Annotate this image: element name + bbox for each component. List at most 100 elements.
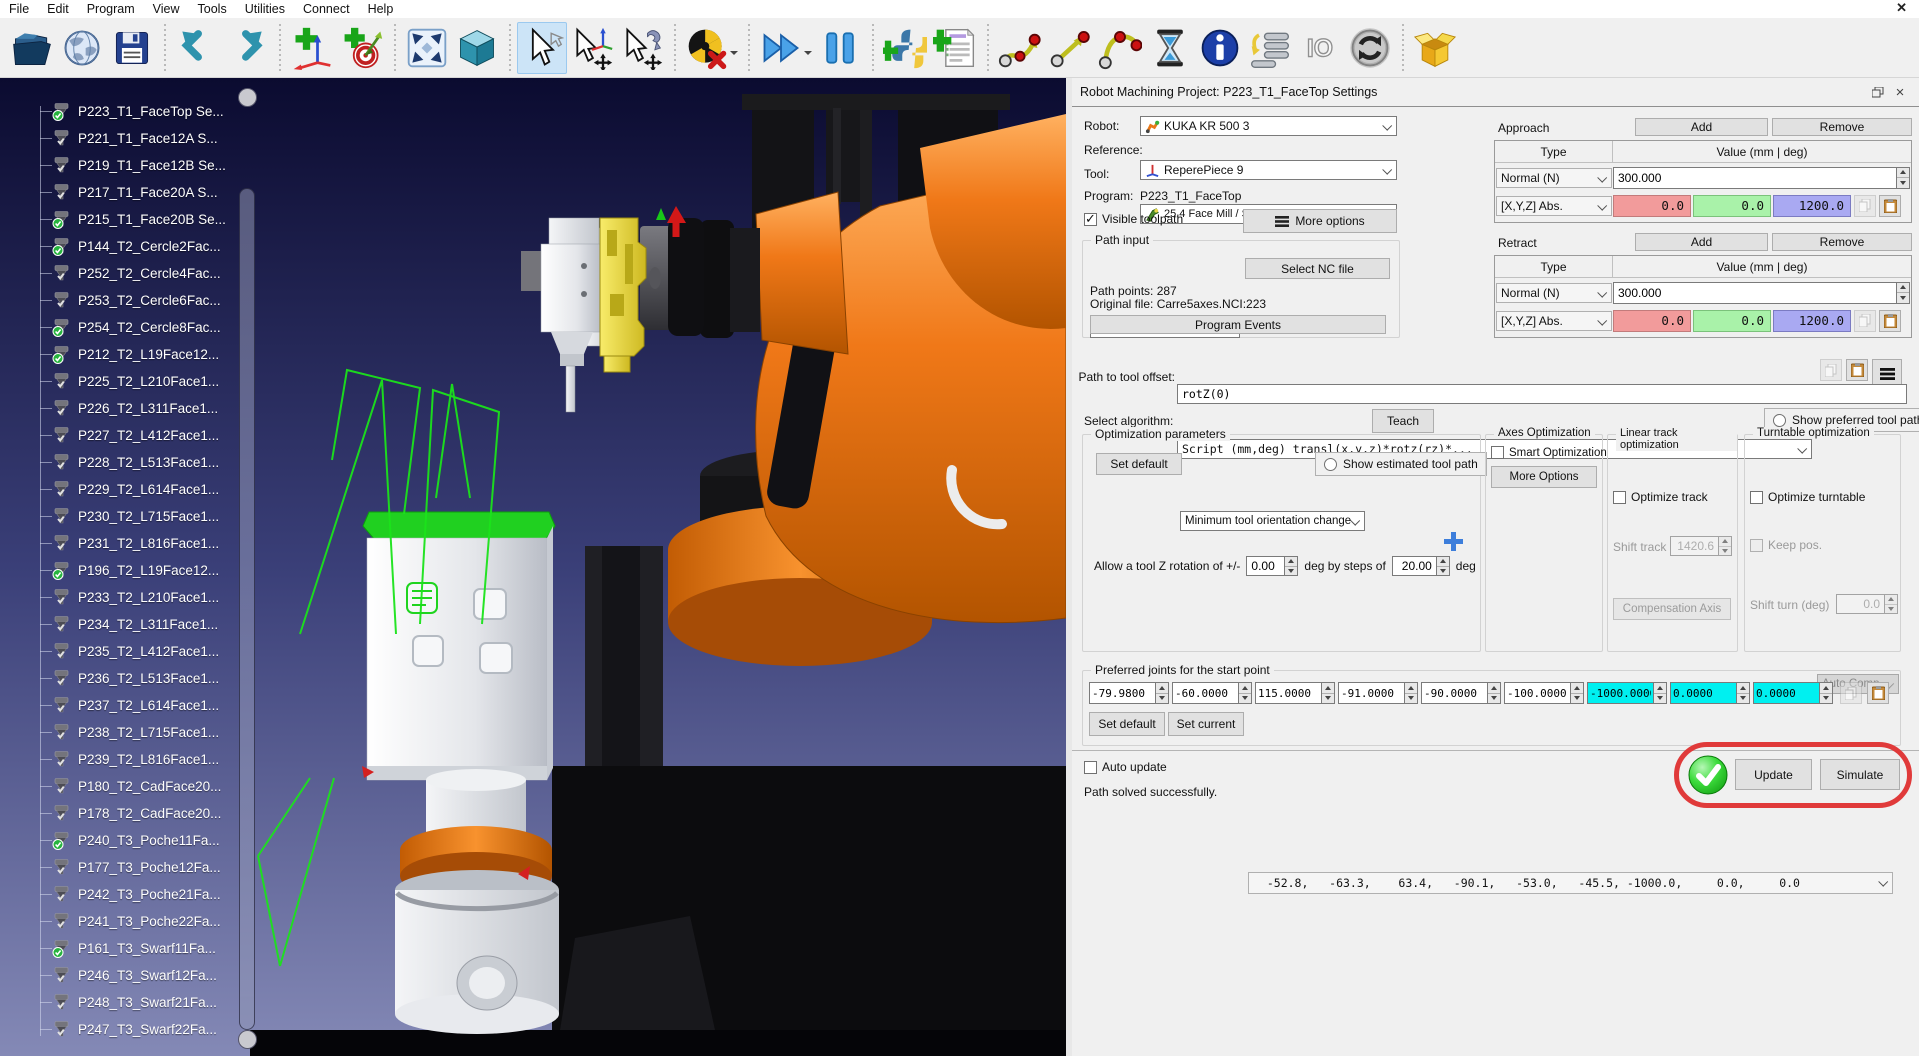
fast-simulation-button[interactable] (756, 22, 806, 74)
optimize-track-checkbox[interactable]: Optimize track (1613, 490, 1708, 504)
move-joint-instruction-button[interactable] (995, 22, 1045, 74)
visible-toolpath-box[interactable] (1084, 213, 1097, 226)
tree-item[interactable]: P233_T2_L210Face1... (0, 584, 250, 611)
io-instruction-button[interactable]: IO (1295, 22, 1345, 74)
joint-1-input[interactable] (1089, 682, 1155, 704)
joints-summary-combo[interactable]: -52.8, -63.3, 63.4, -90.1, -53.0, -45.5,… (1248, 872, 1893, 894)
tree-item[interactable]: P229_T2_L614Face1... (0, 476, 250, 503)
save-button[interactable] (107, 22, 157, 74)
tree-item[interactable]: P196_T2_L19Face12... (0, 557, 250, 584)
joint-9-input[interactable] (1753, 682, 1819, 704)
tree-scrollbar-bottom-cap[interactable] (238, 1030, 257, 1049)
show-estimated-toolpath-radio[interactable]: Show estimated tool path (1315, 452, 1487, 476)
menu-program[interactable]: Program (78, 1, 144, 17)
retract-type1-combo[interactable]: Normal (N) (1496, 283, 1612, 303)
z-step-spin[interactable] (1392, 556, 1450, 576)
teach-button[interactable]: Teach (1372, 409, 1434, 433)
add-target-button[interactable] (337, 22, 387, 74)
menu-edit[interactable]: Edit (38, 1, 78, 17)
pause-button[interactable] (815, 22, 865, 74)
joint-9-spinbox[interactable] (1753, 682, 1833, 704)
retract-add-button[interactable]: Add (1635, 233, 1768, 251)
axes-more-options-button[interactable]: More Options (1491, 466, 1597, 488)
auto-update-checkbox[interactable]: Auto update (1084, 760, 1167, 774)
approach-add-button[interactable]: Add (1635, 118, 1768, 136)
visible-toolpath-checkbox[interactable]: Visible toolpath (1084, 212, 1183, 226)
tree-item[interactable]: P237_T2_L614Face1... (0, 692, 250, 719)
shift-turn-input[interactable] (1836, 594, 1884, 614)
joint-5-input[interactable] (1421, 682, 1487, 704)
approach-type2-combo[interactable]: [X,Y,Z] Abs. (1496, 196, 1612, 216)
approach-z-field[interactable]: 1200.0 (1773, 195, 1851, 217)
joint-8-spinbox[interactable] (1670, 682, 1750, 704)
select-nc-file-button[interactable]: Select NC file (1245, 258, 1390, 279)
joint-3-input[interactable] (1255, 682, 1321, 704)
tree-item[interactable]: P240_T3_Poche11Fa... (0, 827, 250, 854)
panel-close-button[interactable]: × (1889, 83, 1911, 101)
update-button[interactable]: Update (1735, 759, 1812, 790)
fit-view-button[interactable] (402, 22, 452, 74)
tree-item[interactable]: P225_T2_L210Face1... (0, 368, 250, 395)
joint-5-spinbox[interactable] (1421, 682, 1501, 704)
tree-item[interactable]: P241_T3_Poche22Fa... (0, 908, 250, 935)
joints-paste-button[interactable] (1867, 682, 1889, 704)
tree-item[interactable]: P215_T1_Face20B Se... (0, 206, 250, 233)
tree-item[interactable]: P223_T1_FaceTop Se... (0, 98, 250, 125)
offset-paste-button[interactable] (1846, 359, 1868, 381)
joint-1-spinbox[interactable] (1089, 682, 1169, 704)
retract-paste-button[interactable] (1879, 310, 1901, 332)
tree-item[interactable]: P144_T2_Cercle2Fac... (0, 233, 250, 260)
tree-item[interactable]: P177_T3_Poche12Fa... (0, 854, 250, 881)
tree-item[interactable]: P238_T2_L715Face1... (0, 719, 250, 746)
tree-item[interactable]: P253_T2_Cercle6Fac... (0, 287, 250, 314)
move-linear-instruction-button[interactable] (1045, 22, 1095, 74)
optimize-turntable-checkbox[interactable]: Optimize turntable (1750, 490, 1865, 504)
window-close-button[interactable]: ✕ (1896, 0, 1907, 16)
undo-button[interactable] (172, 22, 222, 74)
isometric-view-button[interactable] (452, 22, 502, 74)
move-reference-button[interactable] (567, 22, 617, 74)
offset-copy-button[interactable] (1820, 359, 1842, 381)
approach-normal-input[interactable] (1613, 167, 1896, 189)
joint-2-spinbox[interactable] (1172, 682, 1252, 704)
menu-view[interactable]: View (144, 1, 189, 17)
joint-6-spinbox[interactable] (1504, 682, 1584, 704)
tree-scrollbar-top-cap[interactable] (238, 88, 257, 107)
retract-copy-button[interactable] (1854, 310, 1876, 332)
tree-item[interactable]: P217_T1_Face20A S... (0, 179, 250, 206)
simulate-button[interactable]: Simulate (1820, 759, 1900, 790)
z-rotation-spin[interactable] (1246, 556, 1298, 576)
runtime-button[interactable] (1345, 22, 1395, 74)
tree-item[interactable]: P254_T2_Cercle8Fac... (0, 314, 250, 341)
approach-x-field[interactable]: 0.0 (1613, 195, 1691, 217)
move-robot-button[interactable] (617, 22, 667, 74)
joint-3-spinbox[interactable] (1255, 682, 1335, 704)
tree-item[interactable]: P239_T2_L816Face1... (0, 746, 250, 773)
open-file-button[interactable] (7, 22, 57, 74)
tree-item[interactable]: P231_T2_L816Face1... (0, 530, 250, 557)
simulation-speed-caret[interactable] (804, 51, 812, 59)
joint-8-input[interactable] (1670, 682, 1736, 704)
approach-type1-combo[interactable]: Normal (N) (1496, 168, 1612, 188)
menu-tools[interactable]: Tools (189, 1, 236, 17)
tree-item[interactable]: P248_T3_Swarf21Fa... (0, 989, 250, 1016)
joint-6-input[interactable] (1504, 682, 1570, 704)
tree-item[interactable]: P246_T3_Swarf12Fa... (0, 962, 250, 989)
approach-copy-button[interactable] (1854, 195, 1876, 217)
shift-track-input[interactable] (1670, 536, 1718, 556)
retract-remove-button[interactable]: Remove (1772, 233, 1912, 251)
joint-4-spinbox[interactable] (1338, 682, 1418, 704)
reference-combo[interactable]: ReperePiece 9 (1140, 160, 1397, 180)
shift-turn-spin[interactable] (1836, 594, 1898, 614)
tree-item[interactable]: P234_T2_L311Face1... (0, 611, 250, 638)
collision-check-button[interactable] (682, 22, 732, 74)
tree-scrollbar-thumb[interactable] (239, 188, 255, 1030)
3d-viewport[interactable]: P223_T1_FaceTop Se...P221_T1_Face12A S..… (0, 78, 1066, 1056)
approach-value1-spin[interactable] (1613, 167, 1910, 189)
more-options-button[interactable]: More options (1243, 209, 1397, 233)
tree-item[interactable]: P212_T2_L19Face12... (0, 341, 250, 368)
redo-button[interactable] (222, 22, 272, 74)
menu-connect[interactable]: Connect (294, 1, 359, 17)
retract-type2-combo[interactable]: [X,Y,Z] Abs. (1496, 311, 1612, 331)
open-library-button[interactable] (57, 22, 107, 74)
